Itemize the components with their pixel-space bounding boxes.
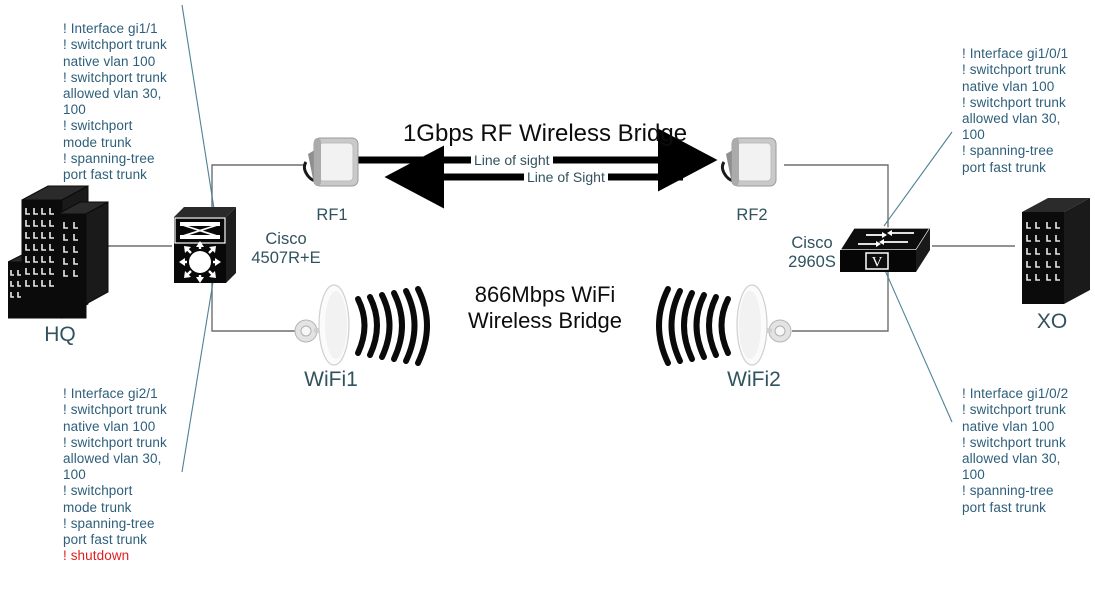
dish-antenna-icon xyxy=(294,284,430,366)
workgroup-switch-icon: V xyxy=(840,227,932,272)
config-lines: ! Interface gi1/0/1 ! switchport trunk n… xyxy=(962,46,1069,175)
config-annotation-bottom-left: ! Interface gi2/1 ! switchport trunk nat… xyxy=(63,370,188,581)
wifi-bridge-headline: 866Mbps WiFi Wireless Bridge xyxy=(467,282,623,333)
rf2-label: RF2 xyxy=(736,206,768,224)
config-annotation-top-right: ! Interface gi1/0/1 ! switchport trunk n… xyxy=(962,30,1092,176)
core-switch-label: Cisco 4507R+E xyxy=(251,230,321,267)
config-lines: ! Interface gi1/1 ! switchport trunk nat… xyxy=(63,21,167,183)
dish-antenna-icon xyxy=(656,284,792,366)
xo-label: XO xyxy=(1036,310,1068,333)
config-lines: ! Interface gi2/1 ! switchport trunk nat… xyxy=(63,386,167,548)
leader-top-right xyxy=(883,131,953,227)
line-of-sight-forward-label: Line of sight xyxy=(471,152,553,168)
rf1-label: RF1 xyxy=(316,206,348,224)
leader-bottom-right xyxy=(883,267,953,423)
config-lines: ! Interface gi1/0/2 ! switchport trunk n… xyxy=(962,386,1069,515)
config-shutdown-line: ! shutdown xyxy=(63,548,130,564)
office-building-icon xyxy=(1022,198,1090,304)
hq-label: HQ xyxy=(44,323,76,346)
multilayer-switch-icon xyxy=(174,207,236,283)
rf-bridge-headline: 1Gbps RF Wireless Bridge xyxy=(402,120,688,147)
config-annotation-bottom-right: ! Interface gi1/0/2 ! switchport trunk n… xyxy=(962,370,1092,516)
network-diagram-canvas: HQ XO Cisco 4507R+E V Cisco 2960S RF1 RF… xyxy=(0,0,1095,600)
line-of-sight-reverse-label: Line of Sight xyxy=(524,169,608,185)
wifi2-label: WiFi2 xyxy=(727,368,781,391)
svg-text:V: V xyxy=(872,255,883,271)
config-annotation-top-left: ! Interface gi1/1 ! switchport trunk nat… xyxy=(63,5,188,183)
edge-switch-label: Cisco 2960S xyxy=(788,234,836,271)
wifi1-label: WiFi1 xyxy=(304,368,358,391)
office-buildings-icon xyxy=(8,185,109,319)
